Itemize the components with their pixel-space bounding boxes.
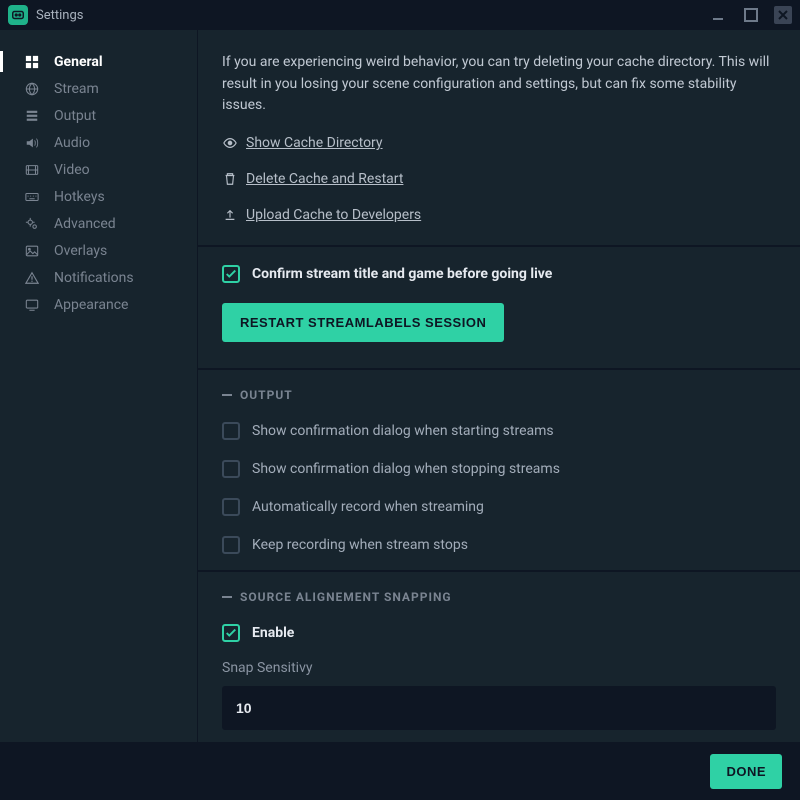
done-button[interactable]: Done [710,754,782,789]
sidebar-item-label: Audio [54,135,90,151]
start-stream-confirm-checkbox[interactable] [222,422,240,440]
monitor-icon [24,298,40,312]
snap-enable-row: Enable [222,624,776,642]
volume-icon [24,136,40,150]
sidebar-item-advanced[interactable]: Advanced [0,210,197,237]
sidebar-item-output[interactable]: Output [0,102,197,129]
globe-icon [24,82,40,96]
film-icon [24,163,40,177]
cogs-icon [24,217,40,231]
checkbox-label: Automatically record when streaming [252,499,484,515]
confirm-stream-row: Confirm stream title and game before goi… [222,265,776,283]
output-opt-row: Show confirmation dialog when starting s… [222,422,776,440]
sidebar-item-label: Appearance [54,297,128,313]
delete-cache-link[interactable]: Delete Cache and Restart [222,171,776,187]
stack-icon [24,109,40,123]
output-opt-row: Automatically record when streaming [222,498,776,516]
sidebar-item-label: Advanced [54,216,116,232]
sidebar-item-label: Overlays [54,243,107,259]
sidebar-item-label: Video [54,162,90,178]
collapse-icon [222,394,232,396]
maximize-button[interactable] [742,6,760,24]
footer: Done [0,742,800,800]
keyboard-icon [24,190,40,204]
link-label: Upload Cache to Developers [246,207,421,223]
stop-stream-confirm-checkbox[interactable] [222,460,240,478]
output-opt-row: Keep recording when stream stops [222,536,776,554]
upload-icon [222,208,238,222]
sidebar-item-overlays[interactable]: Overlays [0,237,197,264]
checkbox-label: Enable [252,625,294,641]
sidebar-item-label: Stream [54,81,99,97]
sidebar-item-appearance[interactable]: Appearance [0,291,197,318]
output-section-header[interactable]: OUTPUT [222,388,776,402]
trash-icon [222,172,238,186]
image-icon [24,244,40,258]
sidebar-item-stream[interactable]: Stream [0,75,197,102]
grid-icon [24,55,40,69]
sidebar-item-label: Hotkeys [54,189,105,205]
content: If you are experiencing weird behavior, … [198,30,800,742]
snap-enable-checkbox[interactable] [222,624,240,642]
link-label: Show Cache Directory [246,135,383,151]
restart-streamlabels-button[interactable]: Restart Streamlabels Session [222,303,504,342]
show-cache-link[interactable]: Show Cache Directory [222,135,776,151]
section-title: SOURCE ALIGNEMENT SNAPPING [240,590,452,604]
link-label: Delete Cache and Restart [246,171,403,187]
output-opt-row: Show confirmation dialog when stopping s… [222,460,776,478]
cache-info-text: If you are experiencing weird behavior, … [222,52,776,117]
confirm-stream-checkbox[interactable] [222,265,240,283]
sidebar: General Stream Output Audio Video [0,30,198,742]
auto-record-checkbox[interactable] [222,498,240,516]
upload-cache-link[interactable]: Upload Cache to Developers [222,207,776,223]
checkbox-label: Show confirmation dialog when stopping s… [252,461,560,477]
keep-recording-checkbox[interactable] [222,536,240,554]
eye-icon [222,136,238,150]
sidebar-item-audio[interactable]: Audio [0,129,197,156]
window-title: Settings [36,8,83,23]
sidebar-item-video[interactable]: Video [0,156,197,183]
checkbox-label: Show confirmation dialog when starting s… [252,423,554,439]
minimize-button[interactable] [710,6,728,24]
snap-sensitivity-label: Snap Sensitivy [222,660,776,676]
close-button[interactable] [774,6,792,24]
collapse-icon [222,596,232,598]
sidebar-item-hotkeys[interactable]: Hotkeys [0,183,197,210]
sidebar-item-general[interactable]: General [0,48,197,75]
snap-section-header[interactable]: SOURCE ALIGNEMENT SNAPPING [222,590,776,604]
sidebar-item-label: Output [54,108,96,124]
titlebar: Settings [0,0,800,30]
checkbox-label: Confirm stream title and game before goi… [252,266,552,282]
app-logo [8,5,28,25]
sidebar-item-label: Notifications [54,270,134,286]
sidebar-item-notifications[interactable]: Notifications [0,264,197,291]
warning-icon [24,271,40,285]
sidebar-item-label: General [54,54,103,70]
snap-sensitivity-input[interactable] [222,686,776,730]
checkbox-label: Keep recording when stream stops [252,537,468,553]
section-title: OUTPUT [240,388,293,402]
